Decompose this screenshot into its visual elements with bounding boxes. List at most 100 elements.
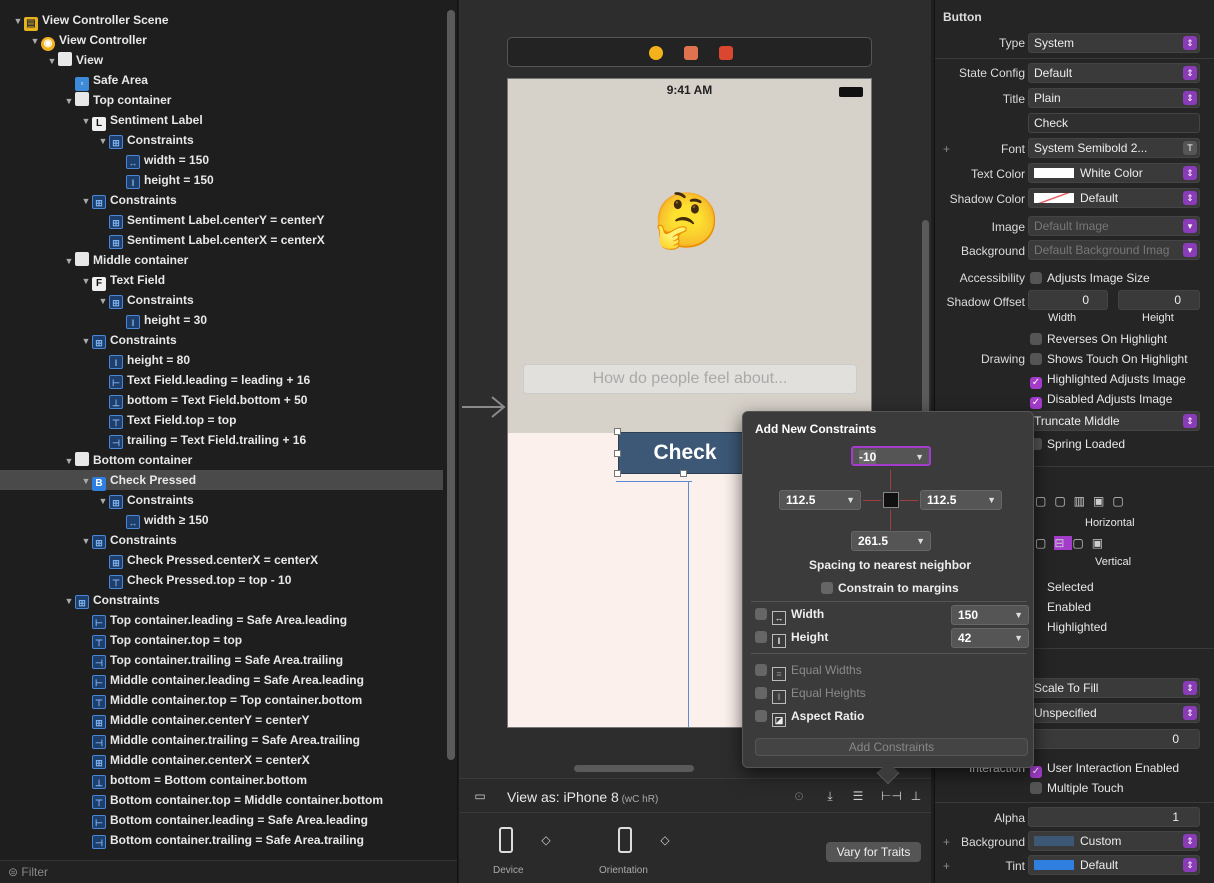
checkmark-icon[interactable]: ✓ xyxy=(1030,766,1042,778)
outline-row[interactable]: ▼ B Check Pressed xyxy=(0,470,443,491)
disclosure-triangle-icon[interactable]: ▼ xyxy=(63,91,75,111)
outline-row[interactable]: ↔ width = 150 xyxy=(0,150,443,170)
outline-row[interactable]: ⊞ Middle container.centerY = centerY xyxy=(0,710,443,730)
horizontal-alignment-control[interactable]: ▢▢▥▣▢ xyxy=(1035,494,1132,508)
semantic-popup[interactable]: Unspecified ⇕ xyxy=(1028,703,1200,723)
outline-row[interactable]: ⊥ bottom = Bottom container.bottom xyxy=(0,770,443,790)
outline-row[interactable]: ▼ Top container xyxy=(0,90,443,110)
outline-row[interactable]: ⊞ Check Pressed.centerX = centerX xyxy=(0,550,443,570)
checkbox[interactable] xyxy=(755,687,767,699)
outline-row[interactable]: ⊤ Check Pressed.top = top - 10 xyxy=(0,570,443,590)
checkbox[interactable] xyxy=(755,608,767,620)
highlighted-adjusts-checkbox[interactable]: ✓ Highlighted Adjusts Image xyxy=(1030,372,1186,389)
disclosure-triangle-icon[interactable]: ▼ xyxy=(80,471,92,491)
outline-row[interactable]: ▼ Bottom container xyxy=(0,450,443,470)
chevron-down-icon[interactable]: ▼ xyxy=(1014,606,1023,624)
outline-row[interactable]: Iheight = 80 xyxy=(0,350,443,370)
disclosure-triangle-icon[interactable]: ▼ xyxy=(80,111,92,131)
disclosure-triangle-icon[interactable]: ▼ xyxy=(80,531,92,551)
outline-row[interactable]: ▼ ⊞ Constraints xyxy=(0,590,443,610)
content-mode-popup[interactable]: Scale To Fill ⇕ xyxy=(1028,678,1200,698)
outline-row[interactable]: ⊞ Sentiment Label.centerX = centerX xyxy=(0,230,443,250)
width-field[interactable]: 150 ▼ xyxy=(951,605,1029,625)
checkbox[interactable] xyxy=(755,710,767,722)
view-as-label[interactable]: View as: iPhone 8 (wC hR) xyxy=(507,789,658,805)
checkbox[interactable] xyxy=(1030,333,1042,345)
disclosure-triangle-icon[interactable]: ▼ xyxy=(12,11,24,31)
device-stepper-icon[interactable]: ◇ xyxy=(539,833,553,847)
checkbox[interactable] xyxy=(755,631,767,643)
chevron-down-icon[interactable]: ▼ xyxy=(846,491,855,509)
outline-row[interactable]: ▼ ⊞ Constraints xyxy=(0,290,443,310)
background-image-combo[interactable]: Default Background Imag ▾ xyxy=(1028,240,1200,260)
state-config-popup[interactable]: Default ⇕ xyxy=(1028,63,1200,83)
outline-row[interactable]: ⊣ Top container.trailing = Safe Area.trai… xyxy=(0,650,443,670)
resize-handle[interactable] xyxy=(614,450,621,457)
outline-row[interactable]: ⊤ Top container.top = top xyxy=(0,630,443,650)
left-pin-line[interactable] xyxy=(863,500,881,501)
enabled-checkbox[interactable]: Enabled xyxy=(1047,600,1091,614)
vary-for-traits-button[interactable]: Vary for Traits xyxy=(826,842,921,862)
plus-icon[interactable]: + xyxy=(943,835,950,849)
outline-row[interactable]: ⊢ Middle container.leading = Safe Area.le… xyxy=(0,670,443,690)
equal-heights-checkbox[interactable]: ‖ Equal Heights xyxy=(755,686,866,704)
line-break-popup[interactable]: Truncate Middle ⇕ xyxy=(1028,411,1200,431)
disclosure-triangle-icon[interactable]: ▼ xyxy=(80,331,92,351)
disclosure-triangle-icon[interactable]: ▼ xyxy=(63,591,75,611)
disclosure-triangle-icon[interactable]: ▼ xyxy=(46,51,58,71)
embed-in-stack-icon[interactable]: ⤓ xyxy=(823,789,837,803)
disclosure-triangle-icon[interactable]: ▼ xyxy=(29,31,41,51)
top-container[interactable]: 9:41 AM 🤔 How do people feel about... xyxy=(508,79,871,433)
disclosure-triangle-icon[interactable]: ▼ xyxy=(97,491,109,511)
outline-row[interactable]: ▼ ⊞ Constraints xyxy=(0,190,443,210)
plus-icon[interactable]: + xyxy=(943,142,950,156)
chevron-down-icon[interactable]: ▼ xyxy=(987,491,996,509)
width-checkbox[interactable]: ↔ Width xyxy=(755,607,824,625)
outline-row[interactable]: ▼ ◉ View Controller xyxy=(0,30,443,51)
reverses-checkbox[interactable]: Reverses On Highlight xyxy=(1030,332,1167,346)
shadow-width-field[interactable]: 0 xyxy=(1028,290,1108,310)
outline-row[interactable]: ▼ ⊞ Constraints xyxy=(0,530,443,550)
aspect-ratio-checkbox[interactable]: ◪ Aspect Ratio xyxy=(755,709,864,727)
highlighted-checkbox[interactable]: Highlighted xyxy=(1047,620,1107,634)
outline-row[interactable]: ▼ View xyxy=(0,50,443,70)
chevron-down-icon[interactable]: ▼ xyxy=(916,532,925,550)
text-field[interactable]: How do people feel about... xyxy=(523,364,857,394)
exit-icon[interactable] xyxy=(719,46,733,60)
tag-field[interactable]: 0 xyxy=(1028,729,1200,749)
disclosure-triangle-icon[interactable]: ▼ xyxy=(63,251,75,271)
text-color-popup[interactable]: White Color ⇕ xyxy=(1028,163,1200,183)
checkmark-icon[interactable]: ✓ xyxy=(1030,397,1042,409)
left-spacing-field[interactable]: 112.5 ▼ xyxy=(779,490,861,510)
font-picker-icon[interactable]: T xyxy=(1183,141,1197,155)
checkbox[interactable] xyxy=(1030,272,1042,284)
outline-row[interactable]: ▼ ⊞ Constraints xyxy=(0,130,443,150)
outline-row[interactable]: ▼ ⊞ Constraints xyxy=(0,330,443,350)
alpha-field[interactable]: 1 xyxy=(1028,807,1200,827)
outline-row[interactable]: ⊣ Bottom container.trailing = Safe Area.t… xyxy=(0,830,443,850)
top-pin-line[interactable] xyxy=(890,470,891,490)
chevron-down-icon[interactable]: ▼ xyxy=(915,448,924,466)
add-constraints-button[interactable]: Add Constraints xyxy=(755,738,1028,756)
checkbox[interactable] xyxy=(755,664,767,676)
resolve-auto-layout-icon[interactable]: ⊥ xyxy=(909,789,923,803)
multiple-touch-checkbox[interactable]: Multiple Touch xyxy=(1030,781,1124,795)
outline-row[interactable]: ⊞ Sentiment Label.centerY = centerY xyxy=(0,210,443,230)
disabled-adjusts-checkbox[interactable]: ✓ Disabled Adjusts Image xyxy=(1030,392,1172,409)
orientation-stepper-icon[interactable]: ◇ xyxy=(658,833,672,847)
height-checkbox[interactable]: I Height xyxy=(755,630,828,648)
outline-row[interactable]: ⊢ Text Field.leading = leading + 16 xyxy=(0,370,443,390)
shows-touch-checkbox[interactable]: Shows Touch On Highlight xyxy=(1030,352,1188,366)
title-text-field[interactable]: Check xyxy=(1028,113,1200,133)
outline-row[interactable]: ↔ width ≥ 150 xyxy=(0,510,443,530)
update-frames-icon[interactable]: ⊙ xyxy=(792,789,806,803)
image-combo[interactable]: Default Image ▾ xyxy=(1028,216,1200,236)
outline-row[interactable]: ▼ L Sentiment Label xyxy=(0,110,443,131)
right-spacing-field[interactable]: 112.5 ▼ xyxy=(920,490,1002,510)
outline-row[interactable]: ▼ F Text Field xyxy=(0,270,443,291)
outline-row[interactable]: ⊣ Middle container.trailing = Safe Area.t… xyxy=(0,730,443,750)
bottom-pin-line[interactable] xyxy=(890,510,891,530)
outline-row[interactable]: ▼ Middle container xyxy=(0,250,443,270)
outline-scrollbar[interactable] xyxy=(447,10,455,760)
checkbox[interactable] xyxy=(1030,782,1042,794)
